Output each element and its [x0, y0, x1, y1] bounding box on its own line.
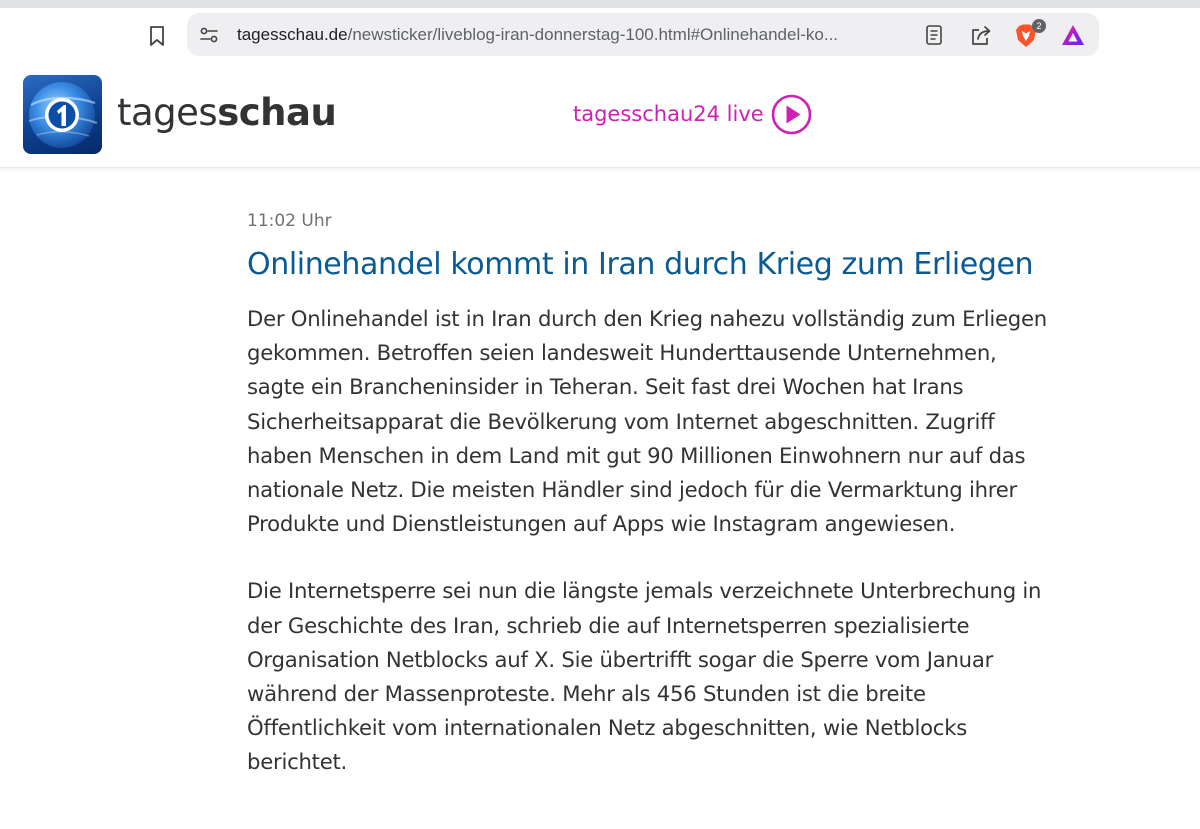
tagesschau24-live-link[interactable]: tagesschau24 live — [573, 93, 764, 135]
entry-timestamp: 11:02 Uhr — [247, 211, 332, 231]
share-icon[interactable] — [969, 24, 993, 46]
wordmark-bold: schau — [217, 91, 337, 134]
paragraph-line: Öffentlichkeit vom internationalen Netz … — [247, 715, 968, 741]
paragraph-line: der Geschichte des Iran, schrieb die auf… — [247, 612, 970, 638]
paragraph-line: Organisation Netblocks auf X. Sie übertr… — [247, 646, 994, 672]
paragraph-line: Die Internetsperre sei nun die längste j… — [247, 578, 1042, 604]
address-bar[interactable]: tagesschau.de/newsticker/liveblog-iran-d… — [187, 13, 1099, 56]
url-path: /newsticker/liveblog-iran-donnerstag-100… — [347, 25, 839, 44]
tagesschau-wordmark[interactable]: tagesschau — [117, 88, 337, 138]
article-paragraph-2: Die Internetsperre sei nun die längste j… — [247, 574, 1147, 779]
paragraph-line: Produkte und Dienstleistungen auf Apps w… — [247, 511, 956, 537]
browser-toolbar: tagesschau.de/newsticker/liveblog-iran-d… — [0, 8, 1200, 62]
paragraph-line: haben Menschen in dem Land mit gut 90 Mi… — [247, 442, 1026, 468]
tagesschau-logo[interactable] — [23, 75, 102, 154]
paragraph-line: während der Massenproteste. Mehr als 456… — [247, 680, 926, 706]
paragraph-line: nationale Netz. Die meisten Händler sind… — [247, 476, 1018, 502]
paragraph-line: Der Onlinehandel ist in Iran durch den K… — [247, 306, 1047, 331]
site-header: tagesschau tagesschau24 live — [0, 62, 1200, 168]
site-settings-icon[interactable] — [199, 25, 219, 45]
paragraph-line: Sicherheitsapparat die Bevölkerung vom I… — [247, 408, 995, 434]
paragraph-line: berichtet. — [247, 749, 348, 775]
paragraph-line: sagte ein Brancheninsider in Teheran. Se… — [247, 374, 964, 400]
brave-rewards-icon[interactable] — [1061, 24, 1085, 46]
reader-mode-icon[interactable] — [923, 24, 945, 46]
globe-one-logo-icon — [28, 82, 98, 148]
play-icon[interactable] — [771, 94, 812, 135]
wordmark-light: tages — [117, 91, 218, 134]
url-host: tagesschau.de — [237, 25, 348, 44]
entry-headline: Onlinehandel kommt in Iran durch Krieg z… — [247, 247, 1034, 282]
liveblog-entry: 11:02 Uhr Onlinehandel kommt in Iran dur… — [247, 208, 1147, 779]
bookmark-icon[interactable] — [147, 25, 167, 47]
brave-shields-badge: 2 — [1032, 19, 1046, 33]
article-paragraph-1: Der Onlinehandel ist in Iran durch den K… — [247, 302, 1147, 541]
paragraph-line: gekommen. Betroffen seien landesweit Hun… — [247, 340, 997, 366]
url-text[interactable]: tagesschau.de/newsticker/liveblog-iran-d… — [237, 13, 897, 56]
browser-tab-strip — [0, 0, 1200, 8]
